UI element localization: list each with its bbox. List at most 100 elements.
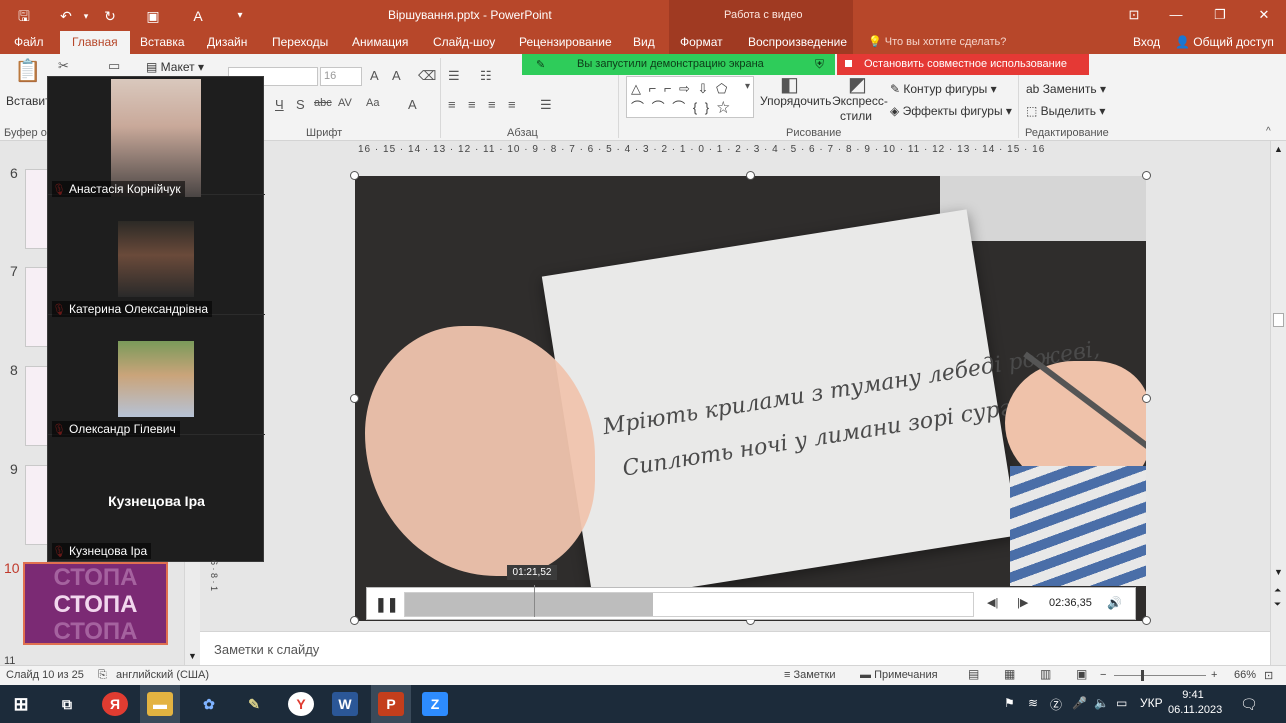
zoom-slider[interactable]: [1114, 675, 1206, 676]
paste-icon[interactable]: 📋: [14, 58, 41, 84]
fit-to-window-icon[interactable]: ⊡: [1264, 669, 1273, 682]
previous-slide-icon[interactable]: ⏶: [1274, 585, 1281, 596]
scroll-down-icon[interactable]: ▼: [1274, 567, 1283, 577]
tab-animation[interactable]: Анимация: [352, 35, 408, 49]
bullets-icon[interactable]: ☰: [448, 68, 460, 84]
scroll-down-icon[interactable]: ▼: [188, 651, 197, 661]
undo-icon[interactable]: ↶: [56, 6, 76, 26]
undo-dropdown-icon[interactable]: ▾: [76, 6, 96, 26]
tab-insert[interactable]: Вставка: [140, 35, 185, 49]
resize-handle[interactable]: [1142, 171, 1151, 180]
paint-app-icon[interactable]: ✿: [196, 692, 222, 716]
tab-review[interactable]: Рецензирование: [519, 35, 612, 49]
language-indicator[interactable]: английский (США): [116, 669, 209, 681]
powerpoint-icon[interactable]: P: [378, 692, 404, 716]
pin-icon[interactable]: ✎: [536, 58, 545, 71]
share-button[interactable]: 👤 Общий доступ: [1175, 35, 1274, 49]
scroll-thumb[interactable]: [1273, 313, 1284, 327]
close-button[interactable]: ✕: [1252, 5, 1276, 25]
yandex-icon[interactable]: Y: [288, 692, 314, 716]
columns-icon[interactable]: ☰: [540, 97, 552, 113]
reading-view-icon[interactable]: ▥: [1040, 667, 1051, 681]
slide-sorter-icon[interactable]: ▦: [1004, 667, 1015, 681]
redo-icon[interactable]: ↻: [100, 6, 120, 26]
zoom-out-icon[interactable]: −: [1100, 669, 1106, 681]
resize-handle[interactable]: [350, 616, 359, 625]
tab-transitions[interactable]: Переходы: [272, 35, 328, 49]
pause-icon[interactable]: ❚❚: [375, 596, 398, 612]
new-slide-icon[interactable]: ▭: [108, 58, 120, 74]
select-button[interactable]: ⬚ Выделить ▾: [1026, 104, 1105, 118]
tell-me-search[interactable]: 💡 Что вы хотите сделать?: [868, 35, 1006, 48]
cut-icon[interactable]: ✂: [58, 58, 69, 74]
font-size-input[interactable]: 16: [320, 67, 362, 86]
align-right-icon[interactable]: ≡: [488, 97, 496, 112]
zoom-slider-thumb[interactable]: [1141, 670, 1144, 681]
participant-tile[interactable]: 🎙 Анастасія Корнійчук: [48, 77, 265, 197]
comments-toggle[interactable]: ▬ Примечания: [860, 669, 938, 681]
notifications-icon[interactable]: 🗨: [1240, 696, 1258, 713]
maximize-button[interactable]: ❐: [1208, 5, 1232, 25]
notes-toggle[interactable]: ≡ Заметки: [784, 669, 836, 681]
shape-outline-button[interactable]: ✎ Контур фигуры ▾: [890, 82, 997, 96]
volume-tray-icon[interactable]: 🔈: [1094, 696, 1109, 710]
start-slideshow-icon[interactable]: ▣: [143, 6, 163, 26]
resize-handle[interactable]: [746, 171, 755, 180]
align-center-icon[interactable]: ≡: [468, 97, 476, 112]
system-clock[interactable]: 9:41 06.11.2023: [1168, 688, 1222, 718]
spellcheck-icon[interactable]: ⎘: [98, 669, 107, 682]
shadow-icon[interactable]: S: [296, 97, 305, 112]
shapes-gallery[interactable]: △ ⌐ ⌐ ⇨ ⇩ ⬠ ⌒ ⌒ ⌒ { } ☆: [626, 76, 754, 118]
zoom-level[interactable]: 66%: [1234, 669, 1256, 681]
tab-view[interactable]: Вид: [633, 35, 655, 49]
seek-bar[interactable]: [404, 585, 974, 617]
video-frame[interactable]: Мріють крилами з туману лебеді рожеві, С…: [355, 176, 1146, 621]
file-explorer-icon[interactable]: ▬: [147, 692, 173, 716]
ribbon-display-options-icon[interactable]: ⊡: [1122, 5, 1146, 25]
resize-handle[interactable]: [1142, 394, 1151, 403]
paint-palette-icon[interactable]: ✎: [241, 692, 267, 716]
slideshow-view-icon[interactable]: ▣: [1076, 667, 1087, 681]
underline-icon[interactable]: Ч: [275, 97, 284, 112]
microphone-icon[interactable]: 🎤: [1072, 696, 1087, 710]
stop-share-button[interactable]: Остановить совместное использование: [837, 54, 1089, 75]
tab-design[interactable]: Дизайн: [207, 35, 247, 49]
word-icon[interactable]: W: [332, 692, 358, 716]
minimize-button[interactable]: —: [1164, 5, 1188, 25]
char-spacing-icon[interactable]: AV: [338, 97, 352, 109]
zoom-in-icon[interactable]: +: [1211, 669, 1217, 681]
collapse-ribbon-icon[interactable]: ^: [1266, 126, 1271, 137]
task-view-icon[interactable]: ⧉: [54, 692, 80, 716]
arrange-button[interactable]: Упорядочить: [760, 94, 831, 108]
slide-scrollbar[interactable]: ▲ ▼ ⏶ ⏷: [1270, 141, 1286, 665]
windows-start-icon[interactable]: ⊞: [8, 692, 34, 716]
zoom-icon[interactable]: Z: [422, 692, 448, 716]
justify-icon[interactable]: ≡: [508, 97, 516, 112]
grow-font-icon[interactable]: A: [370, 68, 379, 83]
align-left-icon[interactable]: ≡: [448, 97, 456, 112]
volume-icon[interactable]: 🔊: [1107, 596, 1122, 610]
slide-thumbnail-10-selected[interactable]: СТОПА СТОПА СТОПА: [23, 562, 168, 645]
layout-button[interactable]: ▤ Макет ▾: [146, 60, 204, 74]
zoom-tray-icon[interactable]: Ⓩ: [1050, 696, 1062, 713]
wifi-icon[interactable]: ≋: [1028, 696, 1038, 710]
tab-file[interactable]: Файл: [14, 35, 44, 49]
quick-styles-button[interactable]: Экспресс-: [832, 94, 888, 108]
numbering-icon[interactable]: ☷: [480, 68, 492, 84]
font-color-qat-icon[interactable]: A: [188, 6, 208, 26]
font-color-icon[interactable]: A: [408, 97, 417, 112]
next-slide-icon[interactable]: ⏷: [1274, 599, 1281, 610]
gallery-scroll-icon[interactable]: ▾: [745, 81, 750, 92]
battery-icon[interactable]: ▭: [1116, 696, 1127, 710]
change-case-icon[interactable]: Aa: [366, 97, 379, 109]
participant-tile[interactable]: 🎙 Олександр Гілевич: [48, 317, 265, 437]
tab-slideshow[interactable]: Слайд-шоу: [433, 35, 495, 49]
quick-styles-button-line2[interactable]: стили: [840, 109, 872, 123]
resize-handle[interactable]: [350, 394, 359, 403]
participant-tile[interactable]: 🎙 Катерина Олександрівна: [48, 197, 265, 317]
save-icon[interactable]: 🖫: [14, 6, 34, 26]
strikethrough-icon[interactable]: abc: [314, 97, 332, 109]
skip-forward-icon[interactable]: |▶: [1017, 596, 1028, 609]
shrink-font-icon[interactable]: A: [392, 68, 401, 83]
shape-effects-button[interactable]: ◈ Эффекты фигуры ▾: [890, 104, 1012, 118]
